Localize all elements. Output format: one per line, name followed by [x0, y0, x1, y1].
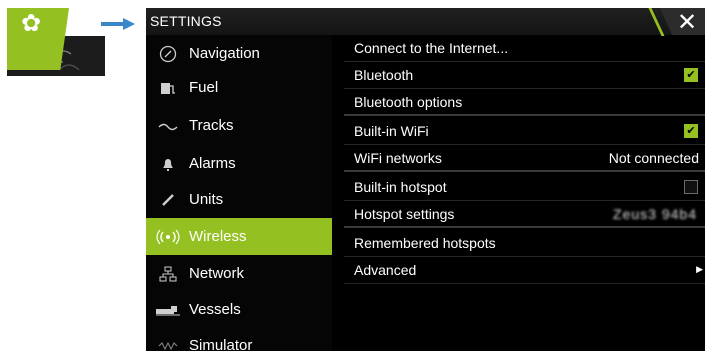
- builtin-hotspot-row[interactable]: Built-in hotspot: [344, 174, 705, 201]
- wifi-networks-row[interactable]: WiFi networks Not connected: [344, 145, 705, 172]
- bluetooth-row[interactable]: Bluetooth ✔: [344, 62, 705, 89]
- bluetooth-checkbox[interactable]: ✔: [684, 68, 698, 82]
- row-label: Connect to the Internet...: [354, 40, 509, 56]
- wireless-settings-list: Connect to the Internet... Bluetooth ✔ B…: [344, 35, 705, 351]
- row-label: WiFi networks: [354, 149, 442, 166]
- hotspot-settings-row[interactable]: Hotspot settings Zeus3 94b4: [344, 201, 705, 228]
- row-label: Remembered hotspots: [354, 235, 496, 251]
- advanced-row[interactable]: Advanced ▶: [344, 257, 705, 284]
- builtin-wifi-row[interactable]: Built-in WiFi ✔: [344, 118, 705, 145]
- row-label: Bluetooth: [354, 67, 414, 83]
- builtin-hotspot-checkbox[interactable]: [684, 180, 698, 194]
- connect-internet-row[interactable]: Connect to the Internet...: [344, 35, 705, 62]
- row-label: Built-in hotspot: [354, 179, 447, 195]
- chevron-right-icon: ▶: [696, 265, 703, 275]
- hotspot-name-value: Zeus3 94b4: [613, 205, 697, 222]
- row-label: Advanced: [354, 262, 417, 278]
- builtin-wifi-checkbox[interactable]: ✔: [684, 124, 698, 138]
- pointer-arrow-icon: [101, 18, 135, 30]
- row-label: Bluetooth options: [354, 93, 463, 110]
- remembered-hotspots-row[interactable]: Remembered hotspots: [344, 230, 705, 257]
- bluetooth-options-row[interactable]: Bluetooth options: [344, 89, 705, 116]
- row-label: Built-in WiFi: [354, 123, 429, 139]
- wifi-status-value: Not connected: [608, 149, 699, 166]
- row-label: Hotspot settings: [354, 205, 455, 222]
- settings-tile: ✿: [7, 8, 69, 70]
- gear-icon: ✿: [20, 10, 42, 37]
